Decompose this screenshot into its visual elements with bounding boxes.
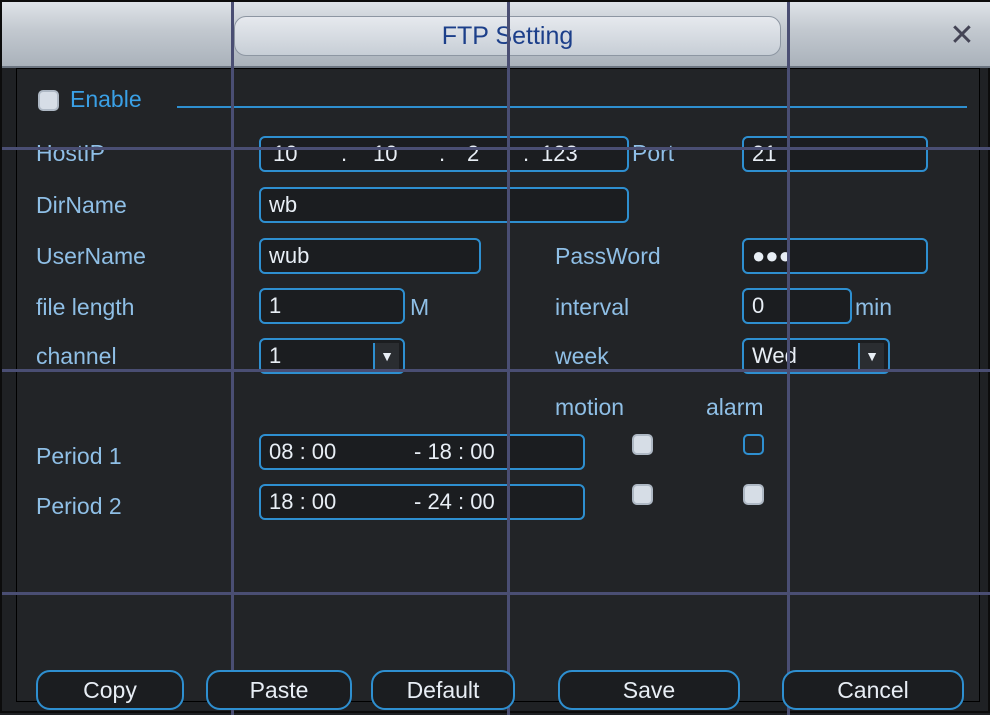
- title-bar: FTP Setting ✕: [2, 2, 990, 68]
- file-length-field[interactable]: 1: [259, 288, 405, 324]
- enable-checkbox[interactable]: [38, 90, 59, 111]
- grid-line: [787, 2, 790, 715]
- period-1-alarm-checkbox[interactable]: [743, 434, 764, 455]
- ip-octet-4[interactable]: 123: [541, 138, 578, 170]
- period-2-end[interactable]: - 24 : 00: [414, 486, 495, 518]
- grid-line: [2, 147, 990, 150]
- password-field[interactable]: ●●●: [742, 238, 928, 274]
- default-button[interactable]: Default: [371, 670, 515, 710]
- period-2-alarm-checkbox[interactable]: [743, 484, 764, 505]
- grid-line: [507, 2, 510, 715]
- username-field[interactable]: wub: [259, 238, 481, 274]
- hostip-field[interactable]: 10 . 10 . 2 . 123: [259, 136, 629, 172]
- period-1-end[interactable]: - 18 : 00: [414, 436, 495, 468]
- password-label: PassWord: [555, 243, 661, 269]
- period-2-label: Period 2: [36, 493, 122, 519]
- interval-label: interval: [555, 294, 630, 320]
- interval-field[interactable]: 0: [742, 288, 852, 324]
- chevron-down-icon[interactable]: ▼: [373, 343, 399, 369]
- ip-dot: .: [439, 141, 446, 166]
- motion-header: motion: [555, 394, 625, 420]
- dirname-field[interactable]: wb: [259, 187, 629, 223]
- period-2-time-field[interactable]: 18 : 00 - 24 : 00: [259, 484, 585, 520]
- close-icon[interactable]: ✕: [947, 21, 977, 52]
- dirname-label: DirName: [36, 192, 127, 218]
- grid-line: [2, 369, 990, 372]
- channel-value: 1: [269, 343, 282, 368]
- ip-octet-2[interactable]: 10: [373, 138, 397, 170]
- port-field[interactable]: 21: [742, 136, 928, 172]
- period-1-time-field[interactable]: 08 : 00 - 18 : 00: [259, 434, 585, 470]
- enable-divider: [177, 106, 967, 108]
- port-label: Port: [632, 140, 675, 166]
- ip-octet-3[interactable]: 2: [467, 138, 479, 170]
- ip-octet-1[interactable]: 10: [273, 138, 297, 170]
- period-1-motion-checkbox[interactable]: [632, 434, 653, 455]
- channel-label: channel: [36, 343, 117, 369]
- save-button[interactable]: Save: [558, 670, 740, 710]
- ftp-setting-window: FTP Setting ✕ Enable HostIP 10 . 10 . 2 …: [0, 0, 990, 715]
- period-2-start[interactable]: 18 : 00: [269, 489, 336, 514]
- cancel-button[interactable]: Cancel: [782, 670, 964, 710]
- enable-label: Enable: [70, 86, 142, 112]
- grid-line: [231, 2, 234, 715]
- username-label: UserName: [36, 243, 146, 269]
- copy-button[interactable]: Copy: [36, 670, 184, 710]
- week-value: Wed: [752, 343, 797, 368]
- file-length-label: file length: [36, 294, 135, 320]
- period-1-label: Period 1: [36, 443, 122, 469]
- interval-unit: min: [855, 294, 893, 320]
- paste-button[interactable]: Paste: [206, 670, 352, 710]
- ip-dot: .: [523, 141, 530, 166]
- period-2-motion-checkbox[interactable]: [632, 484, 653, 505]
- ip-dot: .: [341, 141, 348, 166]
- grid-line: [2, 592, 990, 595]
- hostip-label: HostIP: [36, 140, 106, 166]
- chevron-down-icon[interactable]: ▼: [858, 343, 884, 369]
- alarm-header: alarm: [706, 394, 764, 420]
- period-1-start[interactable]: 08 : 00: [269, 439, 336, 464]
- file-length-unit: M: [410, 294, 430, 320]
- week-label: week: [555, 343, 609, 369]
